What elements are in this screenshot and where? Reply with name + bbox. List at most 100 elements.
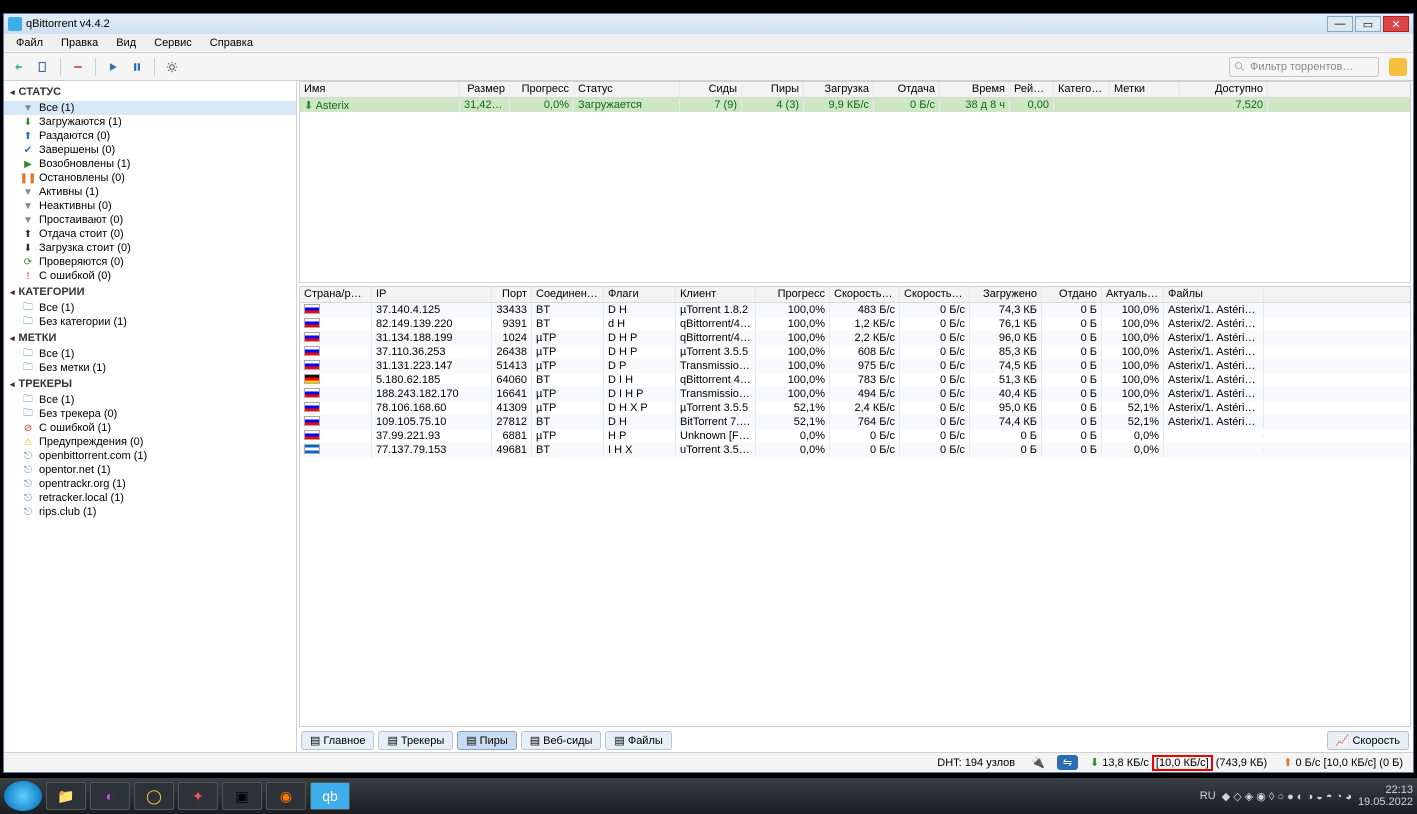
col-header[interactable]: Доступно xyxy=(1180,82,1268,97)
tab-files[interactable]: ▤ Файлы xyxy=(605,731,671,750)
tab-webseeds[interactable]: ▤ Веб-сиды xyxy=(521,731,602,750)
tray-icons[interactable]: ◆ ◇ ◈ ◉ ◊ ○ ● ◐ ◑ ◒ ◓ ◔ ◕ xyxy=(1222,790,1352,803)
sidebar-item[interactable]: ⚠Предупреждения (0) xyxy=(4,435,296,449)
taskbar[interactable]: 📁 ◐ ◯ ✦ ▣ ◉ qb RU ◆ ◇ ◈ ◉ ◊ ○ ● ◐ ◑ ◒ ◓ … xyxy=(0,778,1417,814)
tab-general[interactable]: ▤ Главное xyxy=(301,731,374,750)
col-header[interactable]: Клиент xyxy=(676,287,756,302)
download-speed[interactable]: ⬇ 13,8 КБ/с [10,0 КБ/с] (743,9 КБ) xyxy=(1086,755,1271,771)
col-header[interactable]: Пиры xyxy=(742,82,804,97)
col-header[interactable]: Отдача xyxy=(874,82,940,97)
upload-speed[interactable]: ⬆ 0 Б/с [10,0 КБ/с] (0 Б) xyxy=(1279,756,1407,769)
table-row[interactable]: ⬇ Asterix31,42 ГБ0,0%Загружается7 (9)4 (… xyxy=(300,98,1410,112)
sidebar-item[interactable]: ⎋retracker.local (1) xyxy=(4,491,296,505)
col-header[interactable]: Скорость отд… xyxy=(900,287,970,302)
close-button[interactable]: ✕ xyxy=(1383,16,1409,32)
task-app2[interactable]: ✦ xyxy=(178,782,218,810)
col-header[interactable]: Прогресс xyxy=(510,82,574,97)
start-button[interactable] xyxy=(4,781,42,811)
col-header[interactable]: Прогресс xyxy=(756,287,830,302)
task-app3[interactable]: ▣ xyxy=(222,782,262,810)
col-header[interactable]: Статус xyxy=(574,82,680,97)
col-header[interactable]: Время xyxy=(940,82,1010,97)
table-row[interactable]: 78.106.168.6041309µTPD H X PµTorrent 3.5… xyxy=(300,401,1410,415)
col-header[interactable]: Загружено xyxy=(970,287,1042,302)
alt-speed-button[interactable]: ⇋ xyxy=(1057,755,1078,770)
task-chrome[interactable]: ◯ xyxy=(134,782,174,810)
table-row[interactable]: 109.105.75.1027812BTD HBitTorrent 7.10.5… xyxy=(300,415,1410,429)
sidebar-item[interactable]: ⬇Загрузка стоит (0) xyxy=(4,241,296,255)
sidebar-item[interactable]: ▼Активны (1) xyxy=(4,185,296,199)
col-header[interactable]: Загрузка xyxy=(804,82,874,97)
col-header[interactable]: Флаги xyxy=(604,287,676,302)
system-tray[interactable]: RU ◆ ◇ ◈ ◉ ◊ ○ ● ◐ ◑ ◒ ◓ ◔ ◕ 22:13 19.05… xyxy=(1200,784,1413,808)
clock-time[interactable]: 22:13 xyxy=(1358,784,1413,796)
table-row[interactable]: 37.110.36.25326438µTPD H PµTorrent 3.5.5… xyxy=(300,345,1410,359)
titlebar[interactable]: qBittorrent v4.4.2 — ▭ ✕ xyxy=(4,14,1413,34)
lock-icon[interactable] xyxy=(1389,58,1407,76)
sidebar-item[interactable]: ▶Возобновлены (1) xyxy=(4,157,296,171)
sidebar-section-categories[interactable]: КАТЕГОРИИ xyxy=(4,283,296,301)
filter-input[interactable]: Фильтр торрентов… xyxy=(1229,57,1379,77)
menu-Справка[interactable]: Справка xyxy=(202,35,261,51)
menu-Правка[interactable]: Правка xyxy=(53,35,106,51)
table-row[interactable]: 5.180.62.18564060BTD I HqBittorrent 4.4.… xyxy=(300,373,1410,387)
col-header[interactable]: Порт xyxy=(492,287,532,302)
col-header[interactable]: Страна/регион xyxy=(300,287,372,302)
sidebar-item[interactable]: 🗀Все (1) xyxy=(4,347,296,361)
sidebar-section-labels[interactable]: МЕТКИ xyxy=(4,329,296,347)
sidebar-item[interactable]: ✔Завершены (0) xyxy=(4,143,296,157)
col-header[interactable]: Актуальность xyxy=(1102,287,1164,302)
settings-button[interactable] xyxy=(163,58,181,76)
pause-button[interactable] xyxy=(128,58,146,76)
sidebar-item[interactable]: ⬆Раздаются (0) xyxy=(4,129,296,143)
sidebar-item[interactable]: ▼Неактивны (0) xyxy=(4,199,296,213)
dht-status[interactable]: DHT: 194 узлов xyxy=(933,757,1019,769)
sidebar-item[interactable]: ▼Простаивают (0) xyxy=(4,213,296,227)
add-torrent-link-button[interactable] xyxy=(10,58,28,76)
table-row[interactable]: 37.140.4.12533433BTD HµTorrent 1.8.2100,… xyxy=(300,303,1410,317)
col-header[interactable]: IP xyxy=(372,287,492,302)
clock-date[interactable]: 19.05.2022 xyxy=(1358,796,1413,808)
sidebar-item[interactable]: 🗀Все (1) xyxy=(4,301,296,315)
sidebar-item[interactable]: 🗀Без метки (1) xyxy=(4,361,296,375)
col-header[interactable]: Соединение xyxy=(532,287,604,302)
sidebar-item[interactable]: ⎋rips.club (1) xyxy=(4,505,296,519)
sidebar-section-status[interactable]: СТАТУС xyxy=(4,83,296,101)
sidebar-item[interactable]: ⎋opentrackr.org (1) xyxy=(4,477,296,491)
task-qbittorrent[interactable]: qb xyxy=(310,782,350,810)
sidebar-item[interactable]: ▼Все (1) xyxy=(4,101,296,115)
task-firefox[interactable]: ◉ xyxy=(266,782,306,810)
sidebar-item[interactable]: ⎋openbittorrent.com (1) xyxy=(4,449,296,463)
lang-indicator[interactable]: RU xyxy=(1200,790,1216,802)
sidebar-section-trackers[interactable]: ТРЕКЕРЫ xyxy=(4,375,296,393)
plug-icon[interactable]: 🔌 xyxy=(1027,756,1049,769)
table-row[interactable]: 31.134.188.1991024µTPD H PqBittorrent/4.… xyxy=(300,331,1410,345)
peers-grid[interactable]: Страна/регионIPПортСоединениеФлагиКлиент… xyxy=(299,286,1411,727)
table-row[interactable]: 77.137.79.15349681BTI H XuTorrent 3.5.5.… xyxy=(300,443,1410,457)
col-header[interactable]: Метки xyxy=(1110,82,1180,97)
sidebar-item[interactable]: 🗀Все (1) xyxy=(4,393,296,407)
col-header[interactable]: Отдано xyxy=(1042,287,1102,302)
sidebar-item[interactable]: ⊘С ошибкой (1) xyxy=(4,421,296,435)
tab-peers[interactable]: ▤ Пиры xyxy=(457,731,516,750)
sidebar-item[interactable]: ⬇Загружаются (1) xyxy=(4,115,296,129)
col-header[interactable]: Скорость заг… xyxy=(830,287,900,302)
sidebar-item[interactable]: ⬆Отдача стоит (0) xyxy=(4,227,296,241)
tab-trackers[interactable]: ▤ Трекеры xyxy=(378,731,453,750)
add-torrent-file-button[interactable] xyxy=(34,58,52,76)
task-app1[interactable]: ◐ xyxy=(90,782,130,810)
col-header[interactable]: Рейтинг xyxy=(1010,82,1054,97)
sidebar-item[interactable]: ❚❚Остановлены (0) xyxy=(4,171,296,185)
menu-Файл[interactable]: Файл xyxy=(8,35,51,51)
col-header[interactable]: Сиды xyxy=(680,82,742,97)
minimize-button[interactable]: — xyxy=(1327,16,1353,32)
sidebar-item[interactable]: !С ошибкой (0) xyxy=(4,269,296,283)
table-row[interactable]: 37.99.221.936881µTPH PUnknown [FD6j…0,0%… xyxy=(300,429,1410,443)
task-explorer[interactable]: 📁 xyxy=(46,782,86,810)
sidebar-item[interactable]: ⟳Проверяются (0) xyxy=(4,255,296,269)
sidebar-item[interactable]: ⎋opentor.net (1) xyxy=(4,463,296,477)
menu-Сервис[interactable]: Сервис xyxy=(146,35,200,51)
table-row[interactable]: 31.131.223.14751413µTPD PTransmission 2.… xyxy=(300,359,1410,373)
table-row[interactable]: 188.243.182.17016641µTPD I H PTransmissi… xyxy=(300,387,1410,401)
col-header[interactable]: Файлы xyxy=(1164,287,1264,302)
